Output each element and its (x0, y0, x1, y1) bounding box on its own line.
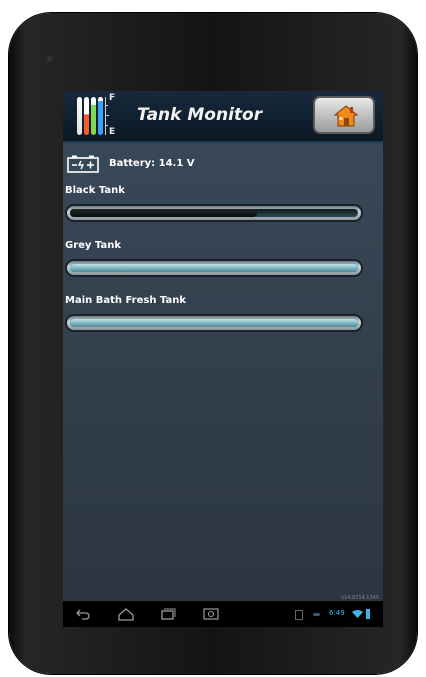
home-nav-icon[interactable] (118, 607, 134, 621)
page-title: Tank Monitor (137, 105, 263, 125)
tank-level-bar-black (65, 204, 363, 222)
tablet-device: F E Tank Monitor Battery: 14.1 V Black T… (9, 13, 417, 674)
battery-icon (67, 155, 99, 173)
gauge-empty-label: E (109, 127, 116, 137)
gauge-full-label: F (109, 93, 116, 103)
tank-label-grey: Grey Tank (65, 240, 121, 251)
tank-level-bar-grey (65, 259, 363, 277)
clock-time: 6:49 (329, 609, 345, 617)
home-icon (334, 105, 358, 127)
screenshot-icon[interactable] (203, 607, 219, 621)
tank-level-bar-fresh (65, 314, 363, 332)
recent-apps-icon[interactable] (160, 607, 176, 621)
tank-level-fill-grey (70, 264, 358, 272)
back-icon[interactable] (75, 607, 91, 621)
wifi-icon (352, 610, 363, 618)
front-camera (46, 55, 55, 64)
tank-label-black: Black Tank (65, 185, 125, 196)
system-nav-bar: 6:49 (63, 601, 383, 627)
battery-status-icon (366, 609, 370, 619)
home-button[interactable] (313, 96, 375, 134)
sd-card-icon (295, 610, 303, 620)
title-bar: F E Tank Monitor (63, 91, 383, 143)
app-screen: F E Tank Monitor Battery: 14.1 V Black T… (63, 91, 383, 627)
tank-level-fill-black (70, 209, 258, 217)
battery-status: Battery: 14.1 V (63, 153, 383, 175)
tank-label-fresh: Main Bath Fresh Tank (65, 295, 186, 306)
tank-level-fill-fresh (70, 319, 358, 327)
battery-voltage: Battery: 14.1 V (109, 158, 195, 169)
sync-icon (313, 613, 320, 616)
